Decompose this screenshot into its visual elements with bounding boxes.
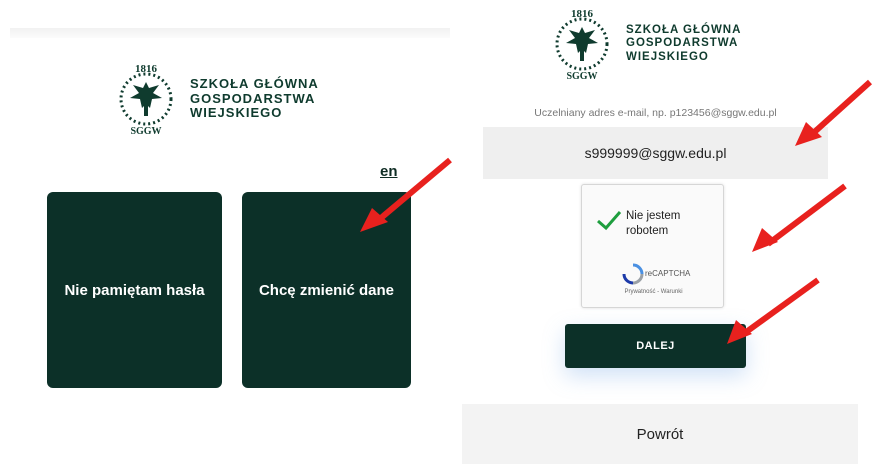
- svg-text:1816: 1816: [135, 63, 158, 75]
- change-data-tile[interactable]: Chcę zmienić dane: [242, 192, 411, 388]
- sggw-emblem-icon: 1816 SGGW: [119, 63, 173, 137]
- recaptcha-logo-icon: [622, 263, 644, 285]
- recaptcha-widget[interactable]: Nie jestem robotem reCAPTCHA Prywatność …: [581, 184, 724, 308]
- top-bar: [10, 28, 450, 38]
- sggw-emblem-icon: 1816 SGGW: [555, 8, 609, 82]
- forgot-password-tile[interactable]: Nie pamiętam hasła: [47, 192, 222, 388]
- logo-wordmark: SZKOŁA GŁÓWNA GOSPODARSTWA WIEJSKIEGO: [190, 75, 319, 122]
- email-field-label: Uczelniany adres e-mail, np. p123456@sgg…: [534, 107, 777, 119]
- captcha-links[interactable]: Prywatność - Warunki: [582, 289, 725, 295]
- logo-line-2: GOSPODARSTWA: [190, 90, 316, 106]
- logo-line-1: SZKOŁA GŁÓWNA: [626, 24, 742, 37]
- svg-text:SGGW: SGGW: [130, 126, 161, 137]
- logo-line-1: SZKOŁA GŁÓWNA: [190, 75, 319, 91]
- svg-text:1816: 1816: [571, 8, 594, 20]
- next-button[interactable]: DALEJ: [565, 324, 746, 368]
- language-link-en[interactable]: en: [380, 163, 398, 180]
- captcha-label: Nie jestem robotem: [626, 210, 681, 237]
- logo-line-3: WIEJSKIEGO: [626, 50, 709, 63]
- captcha-brand: reCAPTCHA: [645, 269, 691, 278]
- logo-line-2: GOSPODARSTWA: [626, 37, 739, 50]
- email-field[interactable]: [483, 127, 828, 179]
- back-button[interactable]: Powrót: [462, 404, 858, 464]
- svg-text:SGGW: SGGW: [566, 71, 597, 82]
- sggw-logo: 1816 SGGW SZKOŁA GŁÓWNA GOSPODARSTWA WIE…: [116, 60, 319, 138]
- red-arrow-icon: [752, 183, 847, 252]
- logo-wordmark: SZKOŁA GŁÓWNA GOSPODARSTWA WIEJSKIEGO: [626, 24, 741, 64]
- logo-line-3: WIEJSKIEGO: [190, 105, 283, 121]
- sggw-logo-right: 1816 SGGW SZKOŁA GŁÓWNA GOSPODARSTWA WIE…: [550, 5, 741, 83]
- green-checkmark-icon: [597, 211, 622, 231]
